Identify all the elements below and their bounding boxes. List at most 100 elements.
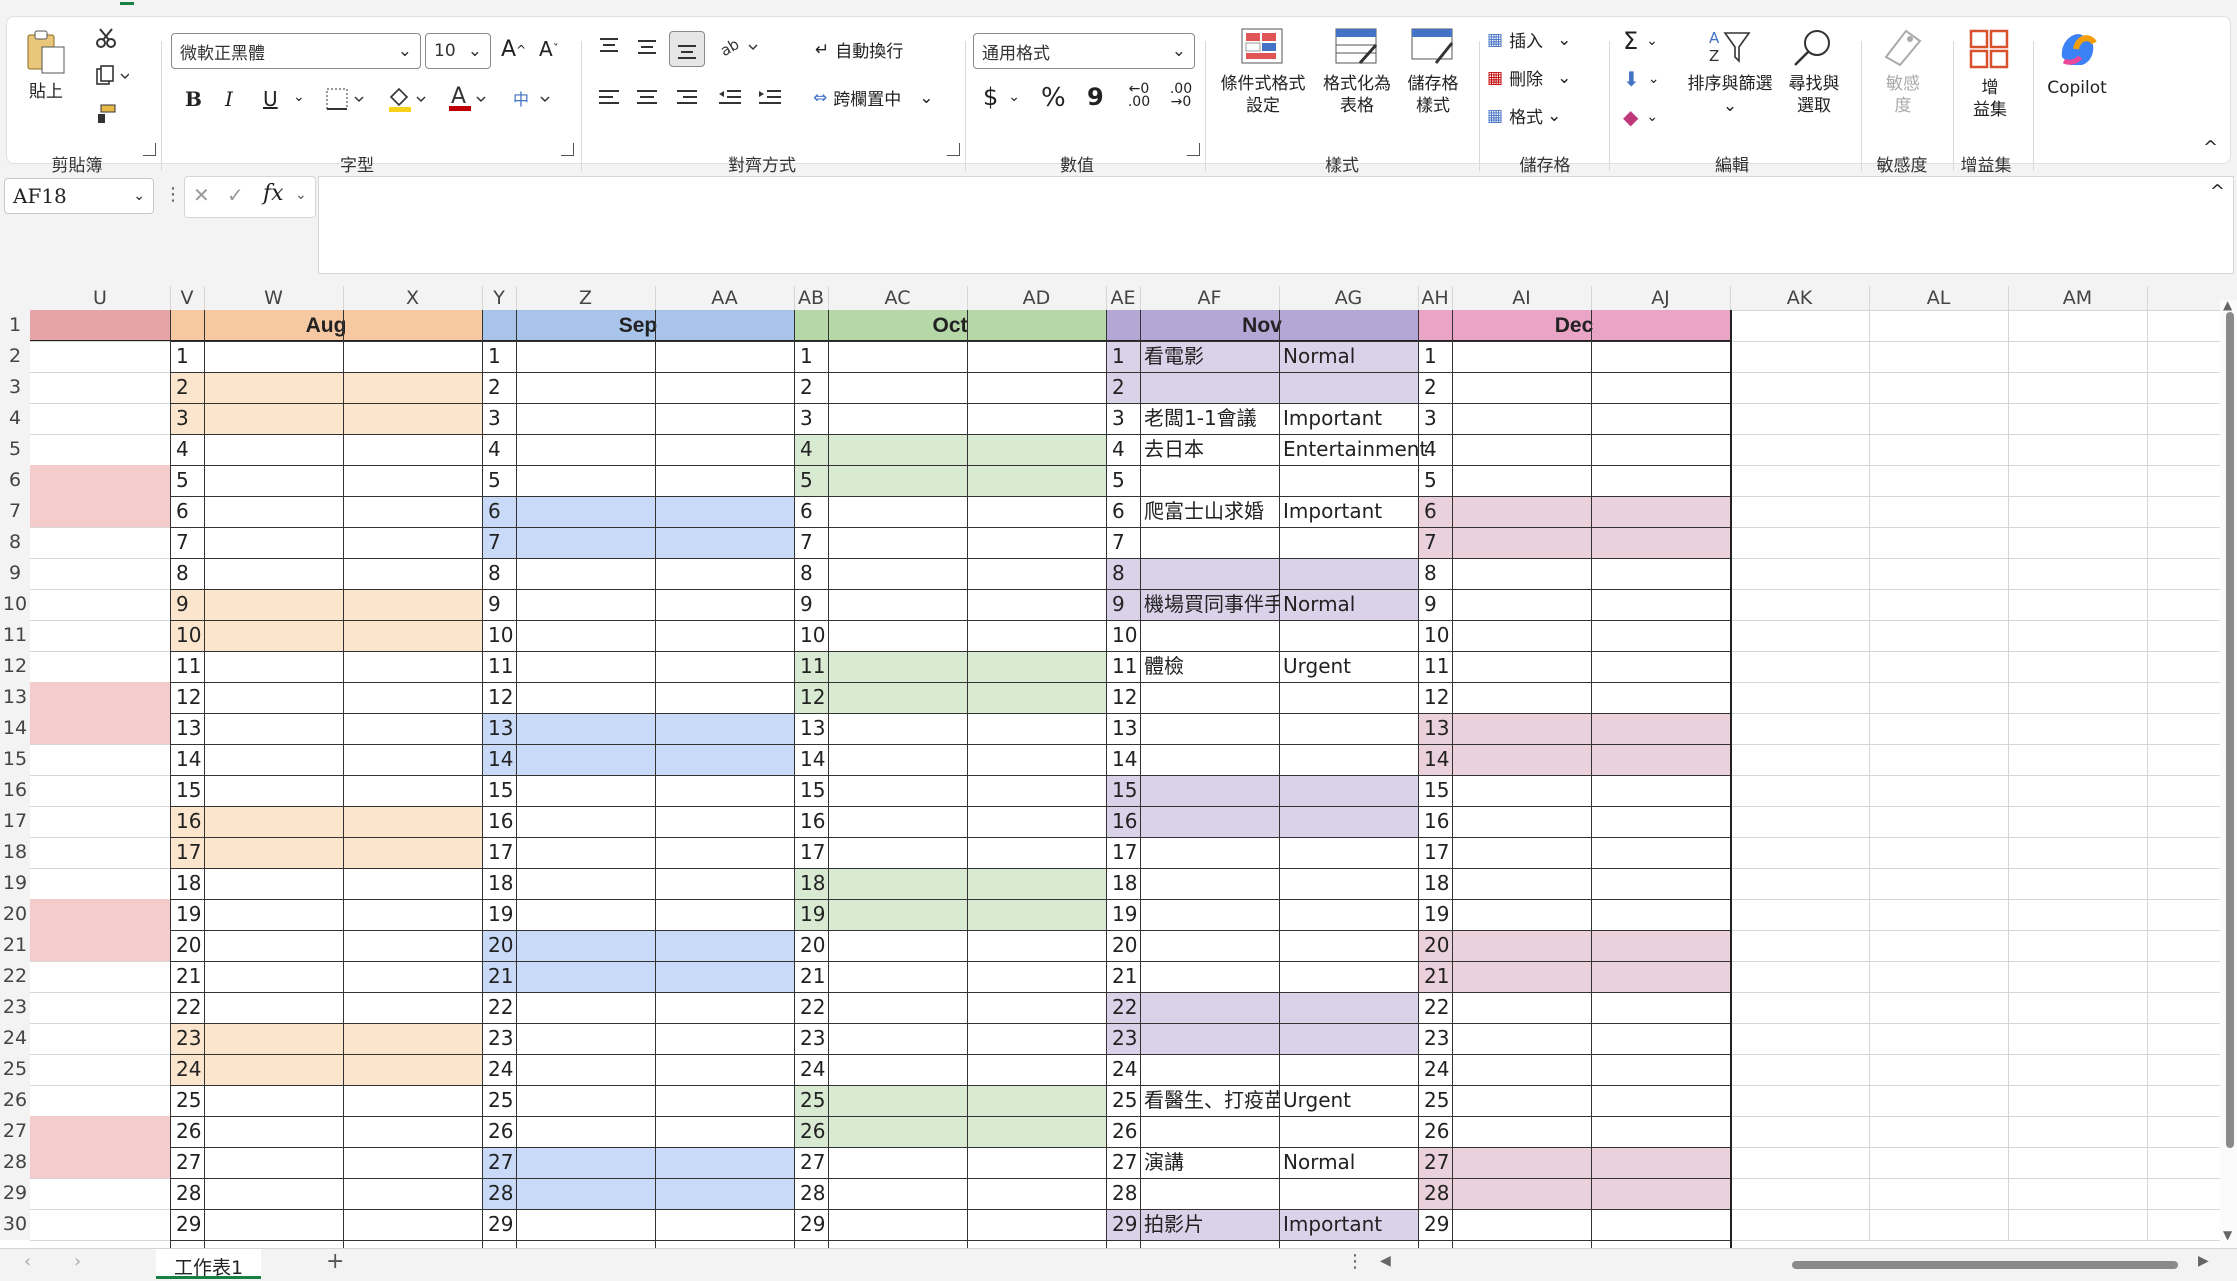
select-all-corner[interactable] bbox=[0, 286, 30, 310]
event-tag[interactable]: Normal bbox=[1283, 589, 1462, 620]
event-title[interactable]: 拍影片 bbox=[1144, 1209, 1279, 1240]
bold-button[interactable]: B bbox=[185, 87, 202, 111]
row-header[interactable]: 25 bbox=[0, 1054, 30, 1085]
align-center-icon[interactable] bbox=[635, 87, 659, 109]
copy-icon[interactable] bbox=[95, 65, 129, 87]
row-header[interactable]: 23 bbox=[0, 992, 30, 1023]
column-header[interactable]: AH bbox=[1418, 286, 1452, 310]
vertical-scrollbar[interactable]: ▲ ▼ bbox=[2220, 298, 2237, 1248]
event-tag[interactable]: Entertainment bbox=[1283, 434, 1462, 465]
column-header[interactable]: AM bbox=[2008, 286, 2147, 310]
row-header[interactable]: 3 bbox=[0, 372, 30, 403]
row-header[interactable]: 20 bbox=[0, 899, 30, 930]
insert-button[interactable]: ▦ 插入 ⌄ bbox=[1487, 27, 1571, 53]
add-sheet-button[interactable]: + bbox=[326, 1249, 344, 1274]
row-header[interactable]: 15 bbox=[0, 744, 30, 775]
borders-icon[interactable] bbox=[325, 87, 369, 111]
sensitivity-button[interactable]: 敏感度 bbox=[1873, 27, 1933, 117]
sort-filter-button[interactable]: AZ 排序與篩選 ⌄ bbox=[1683, 27, 1777, 117]
row-header[interactable]: 13 bbox=[0, 682, 30, 713]
column-header[interactable]: U bbox=[30, 286, 170, 310]
clipboard-launcher-icon[interactable] bbox=[143, 143, 156, 156]
align-left-icon[interactable] bbox=[597, 87, 621, 109]
currency-button[interactable]: $ ⌄ bbox=[983, 83, 1020, 111]
column-header[interactable]: W bbox=[204, 286, 343, 310]
column-header[interactable]: AF bbox=[1140, 286, 1279, 310]
copilot-button[interactable]: Copilot bbox=[2037, 27, 2117, 99]
formula-input[interactable]: ^ bbox=[318, 176, 2234, 274]
insert-function-button[interactable]: fx bbox=[263, 181, 284, 206]
column-header[interactable]: AJ bbox=[1591, 286, 1730, 310]
phonetic-icon[interactable]: 中 bbox=[511, 87, 555, 111]
row-header[interactable]: 7 bbox=[0, 496, 30, 527]
column-header[interactable]: AI bbox=[1452, 286, 1591, 310]
align-middle-icon[interactable] bbox=[635, 35, 659, 57]
fill-color-icon[interactable] bbox=[387, 85, 431, 113]
font-launcher-icon[interactable] bbox=[561, 143, 574, 156]
more-options-icon[interactable]: ⋮ bbox=[164, 184, 182, 205]
event-tag[interactable]: Normal bbox=[1283, 341, 1462, 372]
scroll-left-icon[interactable]: ◀ bbox=[1380, 1253, 1391, 1269]
event-title[interactable]: 機場買同事伴手 bbox=[1144, 589, 1279, 620]
grow-font-button[interactable]: A ^ bbox=[501, 37, 526, 62]
column-header[interactable]: Y bbox=[482, 286, 516, 310]
spreadsheet-grid[interactable]: U V W X Y Z AA AB AC AD AE AF AG AH AI AJ AK AL AM 1234567… bbox=[0, 286, 2237, 1248]
event-title[interactable]: 看電影 bbox=[1144, 341, 1279, 372]
autosum-button[interactable]: Σ ⌄ bbox=[1623, 27, 1658, 55]
horizontal-scrollbar[interactable]: ◀ ▶ bbox=[1380, 1253, 2220, 1275]
row-header[interactable]: 5 bbox=[0, 434, 30, 465]
decrease-decimal-button[interactable]: .00 →0 bbox=[1163, 82, 1199, 109]
row-header[interactable]: 8 bbox=[0, 527, 30, 558]
number-format-select[interactable]: 通用格式 ⌄ bbox=[973, 33, 1195, 69]
row-header[interactable]: 28 bbox=[0, 1147, 30, 1178]
orientation-icon[interactable]: ab bbox=[719, 35, 763, 59]
collapse-formula-icon[interactable]: ^ bbox=[2210, 181, 2225, 202]
chevron-down-icon[interactable]: ⌄ bbox=[293, 89, 305, 105]
column-header[interactable]: AA bbox=[655, 286, 794, 310]
row-header[interactable]: 10 bbox=[0, 589, 30, 620]
row-header[interactable]: 11 bbox=[0, 620, 30, 651]
align-right-icon[interactable] bbox=[675, 87, 699, 109]
column-header[interactable]: AC bbox=[828, 286, 967, 310]
row-header[interactable]: 19 bbox=[0, 868, 30, 899]
row-header[interactable]: 16 bbox=[0, 775, 30, 806]
event-tag[interactable]: Important bbox=[1283, 1209, 1462, 1240]
column-header[interactable]: AK bbox=[1730, 286, 1869, 310]
collapse-ribbon-icon[interactable]: ^ bbox=[2203, 137, 2218, 158]
delete-button[interactable]: ▦ 刪除 ⌄ bbox=[1487, 65, 1571, 91]
cell-styles-button[interactable]: 儲存格 樣式 bbox=[1401, 27, 1465, 117]
row-header[interactable]: 22 bbox=[0, 961, 30, 992]
event-tag[interactable]: Urgent bbox=[1283, 651, 1462, 682]
event-tag[interactable]: Important bbox=[1283, 496, 1462, 527]
event-title[interactable]: 老闆1-1會議 bbox=[1144, 403, 1279, 434]
find-select-button[interactable]: 尋找與 選取 bbox=[1781, 27, 1847, 117]
row-header[interactable]: 21 bbox=[0, 930, 30, 961]
event-title[interactable]: 爬富士山求婚 bbox=[1144, 496, 1279, 527]
next-sheet-icon[interactable]: › bbox=[74, 1251, 81, 1272]
number-launcher-icon[interactable] bbox=[1187, 143, 1200, 156]
cut-icon[interactable] bbox=[95, 27, 117, 49]
event-title[interactable]: 體檢 bbox=[1144, 651, 1279, 682]
scroll-down-icon[interactable]: ▼ bbox=[2223, 1228, 2232, 1242]
column-header[interactable]: AG bbox=[1279, 286, 1418, 310]
event-title[interactable]: 演講 bbox=[1144, 1147, 1279, 1178]
font-size-select[interactable]: 10 ⌄ bbox=[425, 33, 491, 69]
row-header[interactable]: 6 bbox=[0, 465, 30, 496]
row-header[interactable]: 9 bbox=[0, 558, 30, 589]
column-header[interactable]: AL bbox=[1869, 286, 2008, 310]
conditional-format-button[interactable]: 條件式格式 設定 bbox=[1213, 27, 1313, 117]
align-top-icon[interactable] bbox=[597, 35, 621, 57]
font-color-icon[interactable]: A bbox=[447, 83, 491, 113]
more-options-icon[interactable]: ⋮ bbox=[1346, 1251, 1364, 1272]
row-header[interactable]: 12 bbox=[0, 651, 30, 682]
row-header[interactable]: 17 bbox=[0, 806, 30, 837]
row-header[interactable]: 26 bbox=[0, 1085, 30, 1116]
scroll-right-icon[interactable]: ▶ bbox=[2198, 1253, 2209, 1269]
sheet-tab[interactable]: 工作表1 bbox=[156, 1249, 262, 1279]
row-header[interactable]: 18 bbox=[0, 837, 30, 868]
column-header[interactable]: X bbox=[343, 286, 482, 310]
name-box[interactable]: AF18 ⌄ bbox=[4, 178, 154, 214]
row-header[interactable]: 14 bbox=[0, 713, 30, 744]
prev-sheet-icon[interactable]: ‹ bbox=[24, 1251, 31, 1272]
cancel-icon[interactable]: ✕ bbox=[193, 183, 210, 207]
